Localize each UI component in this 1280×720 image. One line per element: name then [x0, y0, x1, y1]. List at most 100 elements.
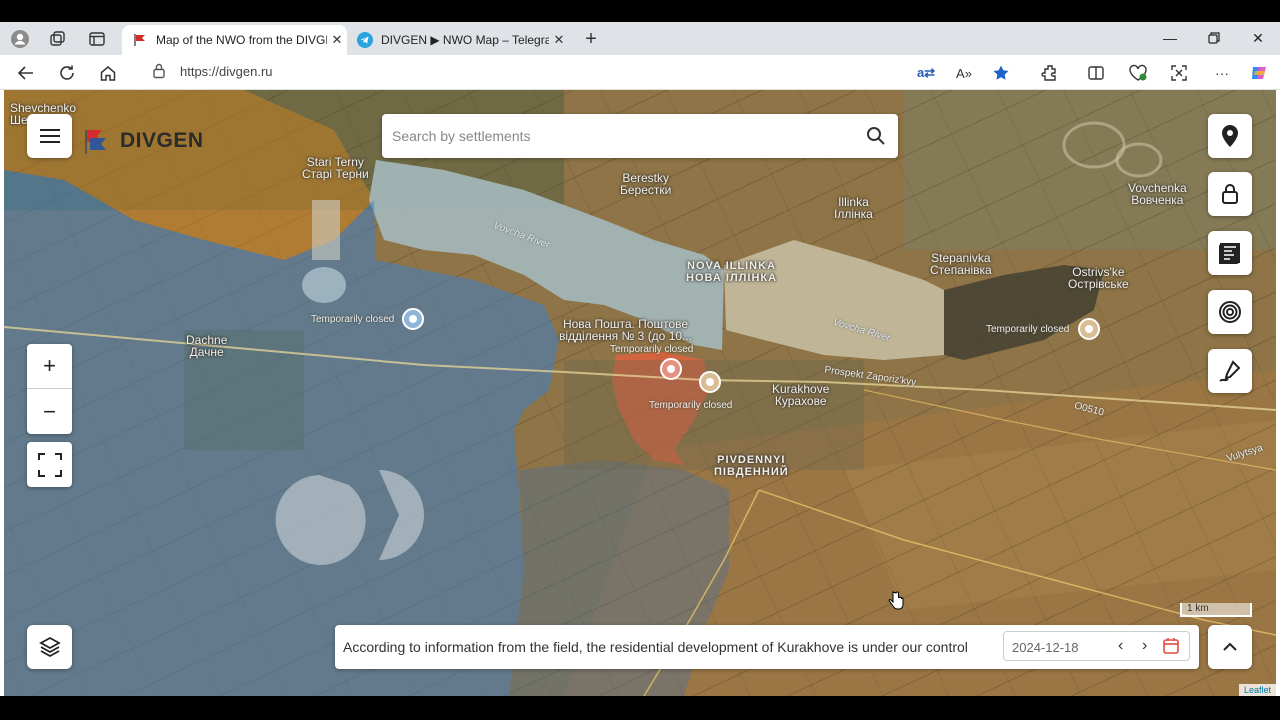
poi-marker-icon[interactable] — [699, 371, 721, 393]
place-name-en: PIVDENNYI — [717, 454, 786, 466]
back-icon[interactable] — [13, 61, 39, 85]
place-dachne: Dachne Дачне — [186, 334, 227, 358]
search-input[interactable] — [392, 114, 852, 158]
place-pivdennyi: PIVDENNYI ПІВДЕННИЙ — [714, 454, 789, 478]
calendar-icon[interactable] — [1162, 637, 1180, 660]
lock-icon — [1222, 184, 1238, 204]
place-name-ua: Курахове — [774, 394, 827, 408]
place-name-ua: Степанівка — [930, 263, 992, 277]
location-button[interactable] — [1208, 114, 1252, 158]
fullscreen-button[interactable] — [27, 442, 72, 487]
browser-essentials-icon[interactable] — [1125, 61, 1151, 85]
tab-divgen-map[interactable]: Map of the NWO from the DIVGE ✕ — [122, 25, 347, 55]
close-tab-icon[interactable]: ✕ — [549, 32, 569, 48]
translate-icon[interactable]: a⇄ — [913, 61, 939, 85]
tab-actions-icon[interactable] — [86, 28, 108, 50]
tab-title: DIVGEN ▶ NWO Map – Telegram — [381, 33, 549, 47]
map-canvas[interactable]: Shevchenko Шевченко Stari Terny Старі Те… — [4, 90, 1276, 696]
place-stepanivka: Stepanivka Степанівка — [930, 252, 992, 276]
poi-closed-label: Temporarily closed — [649, 400, 733, 411]
draw-button[interactable] — [1208, 349, 1252, 393]
place-name-ua: Іллінка — [834, 207, 873, 221]
home-icon[interactable] — [95, 61, 121, 85]
news-text: According to information from the field,… — [343, 639, 968, 655]
screen-frame: Map of the NWO from the DIVGE ✕ DIVGEN ▶… — [0, 0, 1280, 720]
layers-button[interactable] — [27, 625, 72, 669]
poi-closed-label: Temporarily closed — [311, 314, 395, 325]
extensions-icon[interactable] — [1037, 61, 1063, 85]
brand-name: DIVGEN — [120, 129, 204, 152]
tab-title: Map of the NWO from the DIVGE — [156, 33, 327, 47]
pen-icon — [1219, 360, 1241, 382]
ruler-button[interactable] — [1208, 231, 1252, 275]
hamburger-icon — [39, 129, 60, 143]
poi-nova-poshta-label: Нова Пошта. Поштове відділення № 3 (до 1… — [559, 318, 692, 342]
place-name-ua: Старі Терни — [302, 167, 369, 181]
place-name-ua: Дачне — [189, 345, 224, 359]
screenshot-icon[interactable] — [1166, 61, 1192, 85]
site-info-icon[interactable] — [152, 62, 166, 85]
place-name-ua: Острівське — [1068, 277, 1129, 291]
place-illinka: Illinka Іллінка — [834, 196, 873, 220]
copilot-icon[interactable] — [1246, 61, 1272, 85]
leaflet-attribution[interactable]: Leaflet — [1238, 684, 1276, 696]
address-bar: https://divgen.ru a⇄ A» ··· — [0, 55, 1280, 90]
prev-date-icon[interactable]: ‹ — [1118, 637, 1123, 655]
more-menu-icon[interactable]: ··· — [1209, 61, 1235, 85]
scale-bar: 1 km — [1180, 603, 1252, 617]
divgen-logo[interactable]: DIVGEN — [84, 126, 204, 156]
workspaces-icon[interactable] — [47, 28, 69, 50]
tab-telegram[interactable]: DIVGEN ▶ NWO Map – Telegram ✕ — [347, 25, 569, 55]
restore-icon[interactable] — [1199, 27, 1229, 49]
refresh-icon[interactable] — [54, 61, 80, 85]
poi-marker-icon[interactable] — [1078, 318, 1100, 340]
next-date-icon[interactable]: › — [1142, 637, 1147, 655]
place-name-ua: НОВА ІЛЛІНКА — [686, 272, 778, 284]
date-value: 2024-12-18 — [1012, 640, 1079, 655]
layers-icon — [38, 636, 61, 658]
mouse-cursor-icon — [888, 590, 904, 617]
search-icon[interactable] — [866, 126, 886, 151]
news-bar: According to information from the field,… — [335, 625, 1199, 669]
close-window-icon[interactable]: ✕ — [1243, 27, 1273, 49]
poi-marker-icon[interactable] — [402, 308, 424, 330]
poi-closed-label: Temporarily closed — [610, 344, 694, 355]
telegram-icon — [357, 32, 373, 48]
place-name-ua: Берестки — [620, 183, 672, 197]
target-button[interactable] — [1208, 290, 1252, 334]
profile-icon[interactable] — [9, 28, 31, 50]
settlement-search — [382, 114, 898, 158]
divgen-favicon-icon — [132, 32, 148, 48]
poi-marker-icon[interactable] — [660, 358, 682, 380]
target-icon — [1219, 301, 1241, 323]
place-name-ua: Вовченка — [1131, 193, 1184, 207]
place-name-en: NOVA ILLINKA — [687, 260, 777, 272]
favorite-star-icon[interactable] — [988, 61, 1014, 85]
place-stari-terny: Stari Terny Старі Терни — [302, 156, 369, 180]
place-berestky: Berestky Берестки — [620, 172, 671, 196]
lock-button[interactable] — [1208, 172, 1252, 216]
chevron-up-icon — [1223, 642, 1237, 651]
ruler-icon — [1219, 243, 1240, 264]
minimize-icon[interactable]: — — [1155, 27, 1185, 49]
zoom-in-button[interactable]: + — [27, 344, 72, 389]
read-aloud-icon[interactable]: A» — [951, 61, 977, 85]
poi-closed-label: Temporarily closed — [986, 324, 1070, 335]
expand-panel-button[interactable] — [1208, 625, 1252, 669]
place-ostrivske: Ostrivs'ke Острівське — [1068, 266, 1129, 290]
date-picker[interactable]: 2024-12-18 ‹ › — [1003, 631, 1190, 661]
location-pin-icon — [1222, 125, 1238, 147]
url-field[interactable]: https://divgen.ru — [180, 64, 273, 79]
zoom-control: + − — [27, 344, 72, 434]
close-tab-icon[interactable]: ✕ — [327, 32, 347, 48]
tab-strip: Map of the NWO from the DIVGE ✕ DIVGEN ▶… — [0, 22, 1280, 55]
menu-button[interactable] — [27, 114, 72, 158]
browser-window: Map of the NWO from the DIVGE ✕ DIVGEN ▶… — [0, 22, 1280, 696]
place-name-ua: ПІВДЕННИЙ — [714, 466, 789, 478]
zoom-out-button[interactable]: − — [27, 389, 72, 434]
place-vovchenka: Vovchenka Вовченка — [1128, 182, 1187, 206]
split-screen-icon[interactable] — [1083, 61, 1109, 85]
new-tab-icon[interactable]: + — [580, 28, 602, 50]
divgen-flag-icon — [85, 130, 106, 154]
place-kurakhove: Kurakhove Курахове — [772, 383, 829, 407]
